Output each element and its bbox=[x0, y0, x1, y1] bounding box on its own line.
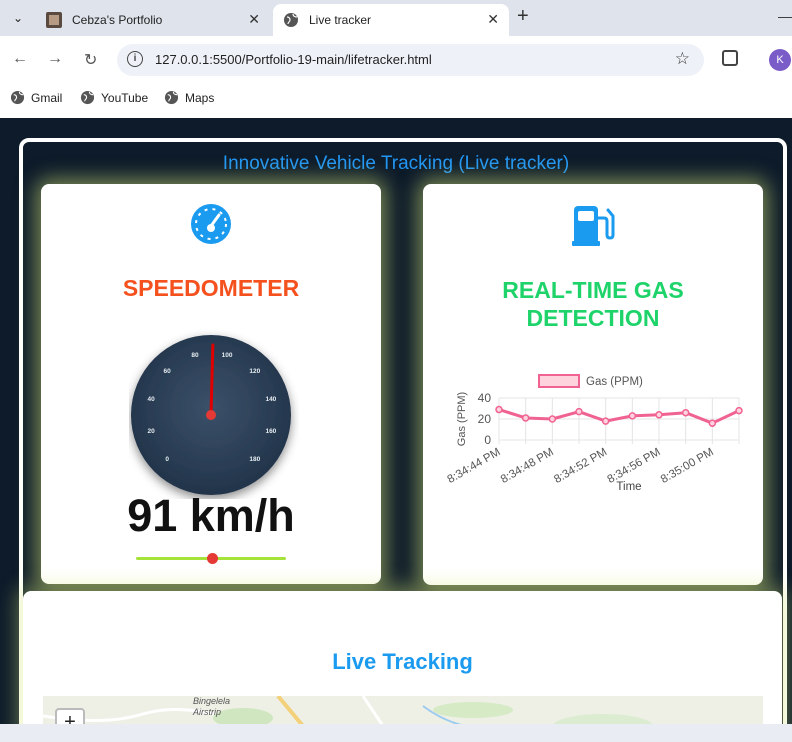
bookmark-maps[interactable]: Maps bbox=[164, 90, 214, 105]
gas-data-point[interactable] bbox=[681, 408, 690, 417]
legend-label[interactable]: Gas (PPM) bbox=[586, 376, 643, 388]
gauge-tick-label: 120 bbox=[249, 368, 260, 375]
gas-data-point[interactable] bbox=[735, 406, 743, 415]
map-place-label-line1: Bingelela bbox=[193, 696, 231, 706]
gauge-tick-label: 180 bbox=[249, 456, 260, 463]
close-tab-icon[interactable]: ✕ bbox=[487, 11, 499, 28]
tab-search-button[interactable]: ⌄ bbox=[6, 6, 30, 30]
map-place-label: Bingelela Airstrip bbox=[193, 696, 230, 718]
x-tick-label: 8:35:00 PM bbox=[659, 446, 716, 486]
x-tick-label: 8:34:44 PM bbox=[446, 446, 503, 486]
profile-avatar[interactable]: K bbox=[769, 49, 791, 71]
reload-icon[interactable]: ↻ bbox=[84, 50, 97, 70]
tab-portfolio[interactable]: Cebza's Portfolio ✕ bbox=[36, 4, 270, 36]
speed-readout: 91 km/h bbox=[127, 490, 295, 541]
map-place-label-line2: Airstrip bbox=[193, 707, 222, 717]
needle-hub bbox=[206, 410, 216, 420]
globe-icon bbox=[10, 90, 25, 105]
gas-pump-icon bbox=[572, 206, 615, 246]
gas-detection-card: REAL-TIME GAS DETECTION Gas (PPM) 0 20 40 8:… bbox=[423, 184, 763, 585]
gas-title-line1: REAL-TIME GAS bbox=[502, 277, 684, 303]
gas-title: REAL-TIME GAS DETECTION bbox=[423, 276, 763, 332]
gas-title-line2: DETECTION bbox=[526, 305, 660, 331]
forward-arrow-icon[interactable]: → bbox=[47, 50, 63, 68]
gauge-tick-label: 140 bbox=[265, 396, 276, 403]
address-bar[interactable]: i 127.0.0.1:5500/Portfolio-19-main/lifet… bbox=[117, 44, 704, 76]
gas-data-point[interactable] bbox=[655, 411, 663, 419]
gas-data-point[interactable] bbox=[708, 419, 717, 427]
live-tracking-title: Live Tracking bbox=[332, 649, 473, 674]
legend-swatch[interactable] bbox=[538, 374, 580, 388]
bookmark-label: Maps bbox=[185, 90, 215, 105]
tab-title: Live tracker bbox=[309, 13, 372, 27]
gas-data-point[interactable] bbox=[521, 414, 530, 422]
bookmark-label: Gmail bbox=[31, 90, 63, 105]
live-tracking-card: Live Tracking + Bingelela Airstrip bbox=[23, 591, 782, 724]
gas-data-point[interactable] bbox=[495, 405, 503, 414]
site-info-icon[interactable]: i bbox=[127, 51, 143, 67]
page-viewport: Innovative Vehicle Tracking (Live tracke… bbox=[0, 118, 792, 724]
speed-needle bbox=[209, 343, 215, 417]
close-tab-icon[interactable]: ✕ bbox=[248, 11, 260, 28]
map-tiles bbox=[43, 696, 763, 724]
portfolio-favicon-icon bbox=[46, 12, 62, 28]
speed-slider-thumb[interactable] bbox=[207, 553, 218, 564]
gauge-tick-label: 40 bbox=[147, 396, 155, 403]
speedometer-title: SPEEDOMETER bbox=[122, 275, 300, 301]
extensions-icon[interactable] bbox=[722, 50, 738, 66]
os-taskbar bbox=[0, 724, 792, 742]
x-tick-label: 8:34:52 PM bbox=[552, 446, 609, 486]
y-axis-title: Gas (PPM) bbox=[456, 392, 468, 446]
gauge-tick-label: 100 bbox=[222, 352, 233, 359]
map-zoom-in-button[interactable]: + bbox=[55, 708, 85, 724]
gauge-tick-label: 160 bbox=[265, 428, 276, 435]
globe-icon bbox=[80, 90, 95, 105]
browser-toolbar: ← → ↻ i 127.0.0.1:5500/Portfolio-19-main… bbox=[0, 36, 792, 82]
bookmark-gmail[interactable]: Gmail bbox=[10, 90, 62, 105]
gauge-tick-label: 80 bbox=[191, 352, 199, 359]
y-tick-label: 40 bbox=[478, 391, 492, 405]
y-tick-label: 0 bbox=[484, 433, 491, 447]
url-text[interactable]: 127.0.0.1:5500/Portfolio-19-main/lifetra… bbox=[155, 52, 432, 67]
page-title: Innovative Vehicle Tracking (Live tracke… bbox=[222, 153, 570, 174]
bookmark-youtube[interactable]: YouTube bbox=[80, 90, 148, 105]
gauge-tick-label: 60 bbox=[164, 368, 172, 375]
gas-data-point[interactable] bbox=[575, 407, 583, 416]
y-tick-label: 20 bbox=[478, 412, 492, 426]
gas-data-point[interactable] bbox=[548, 415, 557, 423]
globe-icon bbox=[284, 13, 298, 27]
x-tick-label: 8:34:48 PM bbox=[499, 446, 556, 486]
tab-title: Cebza's Portfolio bbox=[72, 13, 163, 27]
gauge-icon bbox=[191, 204, 231, 244]
gauge-tick-label: 0 bbox=[165, 456, 169, 463]
tab-live-tracker[interactable]: Live tracker ✕ bbox=[273, 4, 509, 36]
gas-data-point[interactable] bbox=[601, 417, 610, 425]
globe-icon bbox=[164, 90, 179, 105]
gas-series-line bbox=[498, 408, 740, 425]
speedometer-card: SPEEDOMETER 0 20 40 60 80 100 120 140 160 180 91 … bbox=[41, 184, 381, 584]
bookmark-label: YouTube bbox=[101, 90, 149, 105]
speedometer-gauge: 0 20 40 60 80 100 120 140 160 180 bbox=[131, 335, 291, 495]
x-axis-title: Time bbox=[616, 481, 641, 493]
bookmark-star-icon[interactable]: ☆ bbox=[675, 49, 690, 69]
minimize-window-button[interactable]: — bbox=[778, 8, 792, 24]
gauge-tick-label: 20 bbox=[147, 428, 155, 435]
gas-data-point[interactable] bbox=[628, 412, 637, 420]
gas-line-chart: Gas (PPM) 0 20 40 8:34:44 PM8:34:48 PM8:34:5… bbox=[446, 374, 743, 493]
bookmarks-bar: Gmail YouTube Maps bbox=[0, 82, 792, 118]
new-tab-button[interactable]: + bbox=[517, 5, 529, 28]
back-arrow-icon[interactable]: ← bbox=[12, 50, 28, 68]
tab-bar: ⌄ Cebza's Portfolio ✕ Live tracker ✕ + — bbox=[0, 0, 792, 36]
map-view[interactable]: + Bingelela Airstrip bbox=[43, 696, 763, 724]
